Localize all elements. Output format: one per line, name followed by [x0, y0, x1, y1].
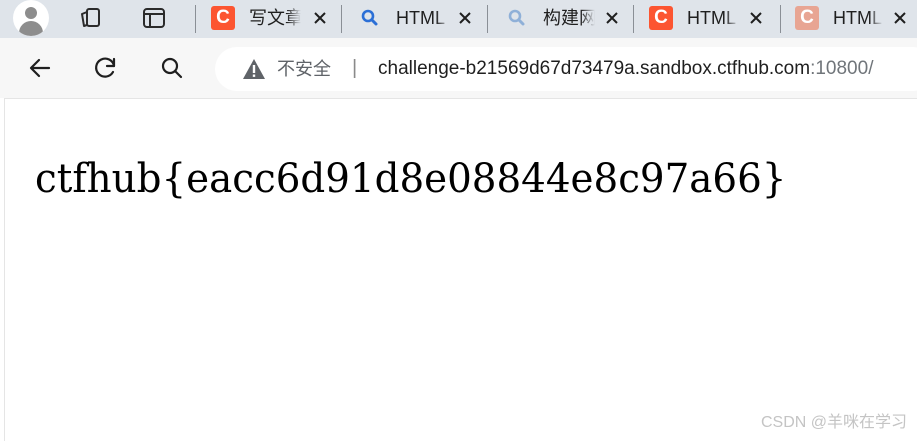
browser-toolbar: 不安全 | challenge-b21569d67d73479a.sandbox…: [0, 38, 917, 98]
workspaces-icon[interactable]: [78, 6, 104, 30]
address-separator: |: [352, 57, 358, 79]
tab-build-search[interactable]: 构建网: [505, 0, 625, 36]
back-arrow-icon[interactable]: [27, 55, 53, 81]
close-icon[interactable]: [893, 11, 907, 25]
tab-separator: [780, 5, 781, 33]
tab-separator: [341, 5, 342, 33]
avatar-head: [25, 7, 37, 19]
url-host: challenge-b21569d67d73479a.sandbox.ctfhu…: [378, 58, 811, 79]
tab-title: HTML: [833, 6, 883, 30]
url-text[interactable]: challenge-b21569d67d73479a.sandbox.ctfhu…: [378, 57, 873, 81]
url-port: :10800/: [810, 58, 874, 79]
refresh-icon[interactable]: [93, 55, 119, 81]
tab-title: 构建网: [543, 6, 595, 30]
tab-separator: [195, 5, 196, 33]
profile-avatar-icon[interactable]: [13, 0, 49, 36]
search-icon[interactable]: [159, 55, 185, 81]
close-icon[interactable]: [458, 11, 472, 25]
close-icon[interactable]: [605, 11, 619, 25]
tab-title: 写文章: [249, 6, 301, 30]
tab-html-csdn-2[interactable]: C HTML: [795, 0, 917, 36]
security-label[interactable]: 不安全: [277, 57, 331, 81]
tab-title: HTML: [396, 6, 450, 30]
csdn-c-icon: C: [795, 6, 819, 30]
tab-separator: [487, 5, 488, 33]
tab-title: HTML: [687, 6, 739, 30]
tab-strip: C 写文章 HTML 构建网 C HTML C HTML: [0, 0, 917, 38]
tab-write-article[interactable]: C 写文章: [211, 0, 331, 36]
warning-icon[interactable]: [242, 58, 266, 80]
csdn-c-icon: C: [649, 6, 673, 30]
flag-text: ctfhub{eacc6d91d8e08844e8c97a66}: [35, 156, 787, 202]
csdn-c-icon: C: [211, 6, 235, 30]
address-bar[interactable]: 不安全 | challenge-b21569d67d73479a.sandbox…: [215, 47, 917, 91]
search-icon: [508, 9, 525, 26]
close-icon[interactable]: [313, 11, 327, 25]
search-icon: [361, 9, 378, 26]
tab-actions-icon[interactable]: [141, 6, 167, 30]
tab-html-search[interactable]: HTML: [358, 0, 478, 36]
avatar-body: [19, 21, 43, 36]
tab-html-csdn[interactable]: C HTML: [649, 0, 769, 36]
close-icon[interactable]: [749, 11, 763, 25]
csdn-watermark: CSDN @羊咪在学习: [760, 414, 907, 431]
page-content: ctfhub{eacc6d91d8e08844e8c97a66} CSDN @羊…: [4, 98, 917, 441]
tab-separator: [633, 5, 634, 33]
